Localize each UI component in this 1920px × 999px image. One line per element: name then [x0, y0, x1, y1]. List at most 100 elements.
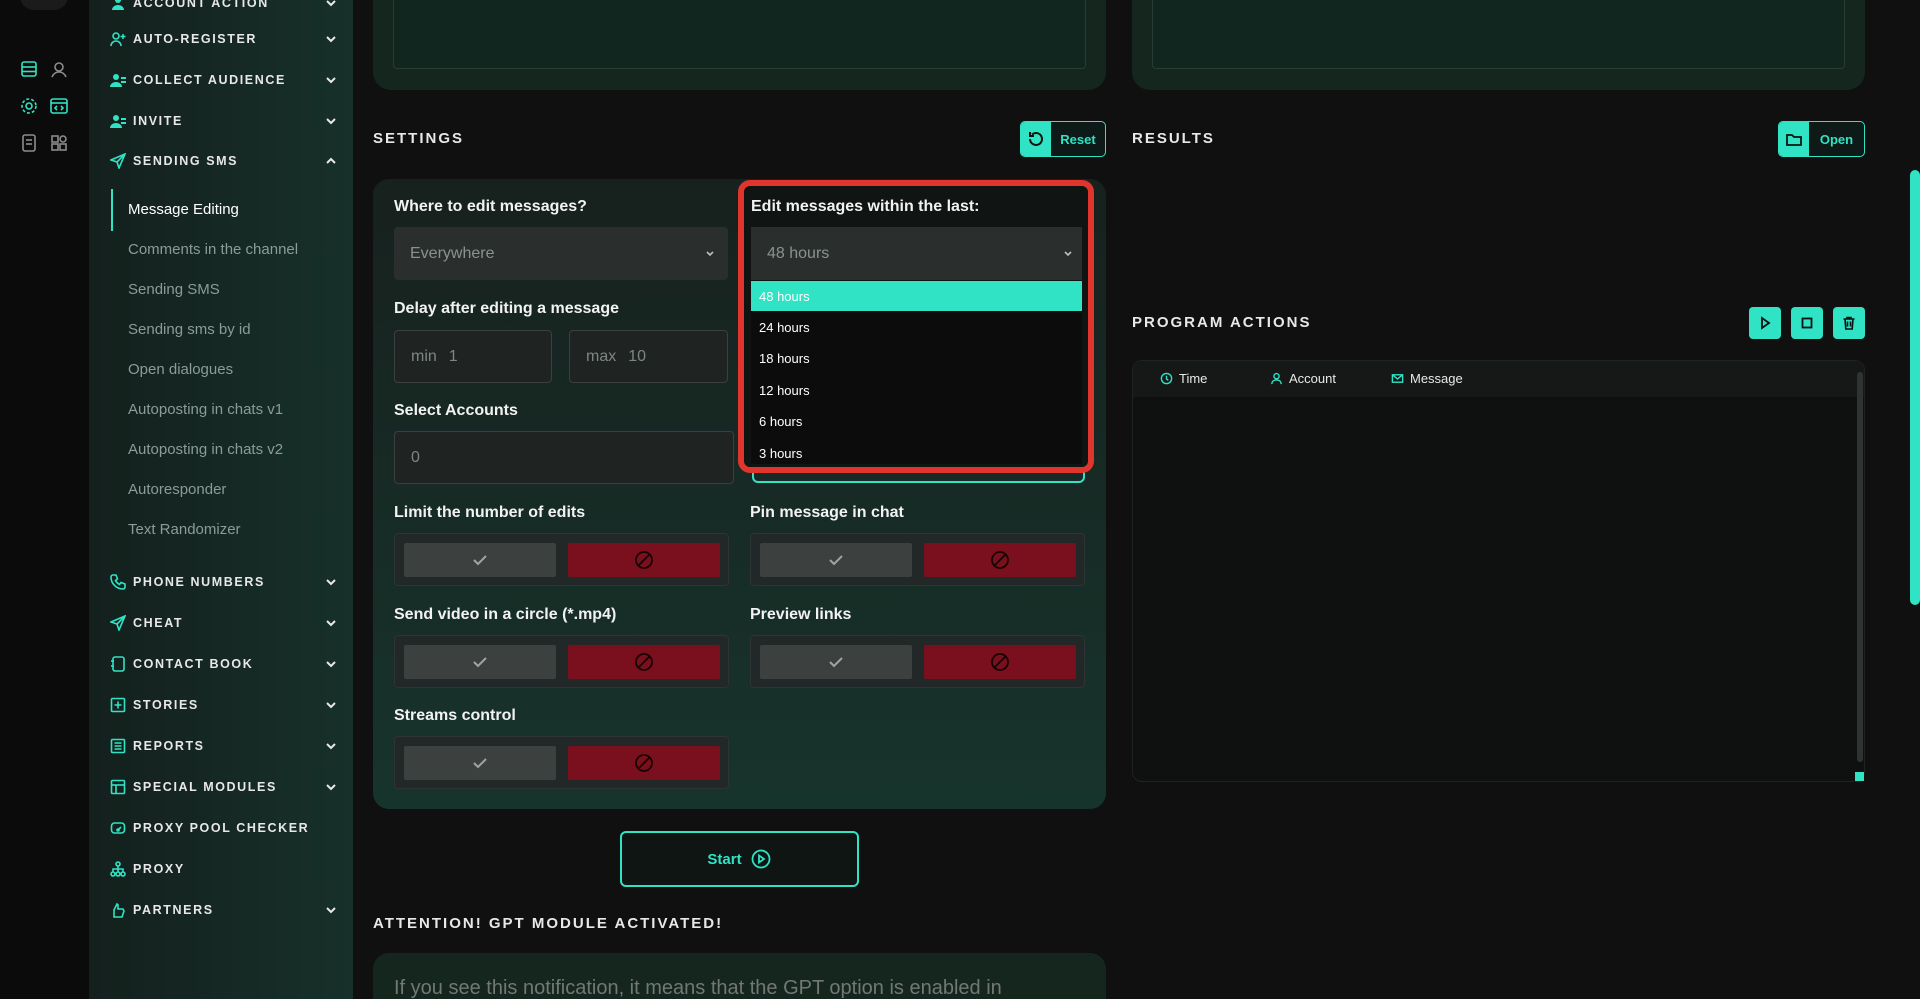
gear-icon[interactable]: [18, 95, 40, 117]
user-plus-icon: [109, 30, 127, 48]
toggle-off-button[interactable]: [568, 746, 720, 780]
chevron-down-icon: [323, 0, 339, 11]
resize-handle[interactable]: [1855, 772, 1864, 781]
sidebar-section-cheat[interactable]: CHEAT: [109, 610, 339, 636]
sidebar-item-autoresponder[interactable]: Autoresponder: [128, 481, 226, 498]
toggle-on-button[interactable]: [760, 543, 912, 577]
sidebar-section-sending-sms[interactable]: SENDING SMS: [109, 148, 339, 174]
sidebar-section-contact-book[interactable]: CONTACT BOOK: [109, 651, 339, 677]
delay-min-value: 1: [448, 347, 458, 365]
code-window-icon[interactable]: [48, 95, 70, 117]
sidebar-section-label: CHEAT: [133, 616, 184, 630]
within-label: Edit messages within the last:: [751, 198, 980, 215]
mail-icon: [1391, 374, 1404, 383]
column-label: Message: [1410, 371, 1463, 386]
column-account[interactable]: Account: [1270, 371, 1336, 386]
sidebar-item-text-randomizer[interactable]: Text Randomizer: [128, 521, 241, 538]
toggle-off-button[interactable]: [568, 543, 720, 577]
sidebar-item-sending-sms-by-id[interactable]: Sending sms by id: [128, 321, 251, 338]
toggle-off-button[interactable]: [924, 645, 1076, 679]
sidebar: ACCOUNT ACTION AUTO-REGISTER COLLECT AUD…: [89, 0, 353, 999]
plus-square-icon: [109, 696, 127, 714]
sidebar-item-autoposting-v2[interactable]: Autoposting in chats v2: [128, 441, 283, 458]
database-icon[interactable]: [18, 58, 40, 80]
play-circle-icon: [751, 849, 770, 869]
column-label: Time: [1179, 371, 1208, 386]
dropdown-option[interactable]: 3 hours: [751, 438, 1082, 468]
page-scrollbar[interactable]: [1910, 170, 1920, 605]
toggle-off-button[interactable]: [568, 645, 720, 679]
play-icon: [1761, 316, 1771, 330]
sidebar-section-proxy[interactable]: PROXY: [109, 856, 339, 882]
sidebar-item-comments-in-channel[interactable]: Comments in the channel: [128, 241, 298, 258]
chevron-down-icon: [323, 902, 339, 918]
chevron-up-icon: [323, 153, 339, 169]
dropdown-option[interactable]: 12 hours: [751, 375, 1082, 405]
sidebar-item-open-dialogues[interactable]: Open dialogues: [128, 361, 233, 378]
play-button[interactable]: [1749, 307, 1781, 339]
where-select[interactable]: Everywhere: [394, 227, 728, 280]
dropdown-option[interactable]: 24 hours: [751, 312, 1082, 342]
send-icon: [109, 152, 127, 170]
sidebar-section-stories[interactable]: STORIES: [109, 692, 339, 718]
program-actions-title: PROGRAM ACTIONS: [1132, 314, 1312, 331]
check-icon: [473, 758, 487, 769]
log-scrollbar[interactable]: [1857, 372, 1863, 762]
toggle-off-button[interactable]: [924, 543, 1076, 577]
sidebar-section-label: PARTNERS: [133, 903, 214, 917]
refresh-icon: [1021, 122, 1051, 156]
delay-max-input[interactable]: max 10: [569, 330, 728, 383]
start-button-label: Start: [707, 850, 742, 868]
toggle-on-button[interactable]: [404, 645, 556, 679]
message-textarea[interactable]: [393, 0, 1086, 69]
dropdown-option[interactable]: 18 hours: [751, 343, 1082, 373]
column-message[interactable]: Message: [1391, 371, 1463, 386]
block-icon: [991, 653, 1009, 671]
toggle-on-button[interactable]: [404, 746, 556, 780]
column-time[interactable]: Time: [1160, 371, 1207, 386]
sidebar-section-phone-numbers[interactable]: PHONE NUMBERS: [109, 569, 339, 595]
start-button[interactable]: Start: [620, 831, 859, 887]
preview-links-toggle: [750, 635, 1085, 688]
delay-min-input[interactable]: min 1: [394, 330, 552, 383]
stop-icon: [1801, 317, 1813, 329]
document-icon[interactable]: [18, 132, 40, 154]
sidebar-section-invite[interactable]: INVITE: [109, 108, 339, 134]
widgets-icon[interactable]: [48, 132, 70, 154]
sidebar-item-sending-sms[interactable]: Sending SMS: [128, 281, 220, 298]
gauge-icon: [109, 819, 127, 837]
active-indicator: [111, 189, 113, 231]
sidebar-section-special-modules[interactable]: SPECIAL MODULES: [109, 774, 339, 800]
sidebar-section-account-action[interactable]: ACCOUNT ACTION: [109, 0, 339, 16]
program-actions-log[interactable]: Time Account Message: [1132, 360, 1865, 782]
open-button[interactable]: Open: [1778, 121, 1865, 157]
toggle-on-button[interactable]: [760, 645, 912, 679]
sidebar-section-proxy-pool-checker[interactable]: PROXY POOL CHECKER: [109, 815, 339, 841]
reset-button[interactable]: Reset: [1020, 121, 1106, 157]
sidebar-section-partners[interactable]: PARTNERS: [109, 897, 339, 923]
accounts-label: Select Accounts: [394, 402, 518, 419]
output-textarea[interactable]: [1152, 0, 1845, 69]
dropdown-option[interactable]: 6 hours: [751, 406, 1082, 436]
chevron-down-icon: [323, 697, 339, 713]
open-button-label: Open: [1819, 131, 1854, 147]
clear-button[interactable]: [1833, 307, 1865, 339]
user-circle-icon[interactable]: [48, 58, 70, 80]
sidebar-section-reports[interactable]: REPORTS: [109, 733, 339, 759]
user-icon: [1271, 372, 1282, 385]
accounts-count-input[interactable]: 0: [394, 431, 734, 484]
within-select[interactable]: 48 hours: [751, 227, 1082, 280]
where-select-value: Everywhere: [410, 244, 495, 262]
stop-button[interactable]: [1791, 307, 1823, 339]
sidebar-item-message-editing[interactable]: Message Editing: [128, 201, 239, 218]
pin-message-label: Pin message in chat: [750, 504, 904, 521]
users-icon: [109, 71, 127, 89]
modules-icon: [109, 778, 127, 796]
toggle-on-button[interactable]: [404, 543, 556, 577]
sidebar-section-collect-audience[interactable]: COLLECT AUDIENCE: [109, 67, 339, 93]
sidebar-item-autoposting-v1[interactable]: Autoposting in chats v1: [128, 401, 283, 418]
dropdown-option[interactable]: 48 hours: [751, 281, 1082, 311]
check-icon: [473, 657, 487, 668]
folder-icon: [1779, 122, 1809, 156]
sidebar-section-auto-register[interactable]: AUTO-REGISTER: [109, 26, 339, 52]
